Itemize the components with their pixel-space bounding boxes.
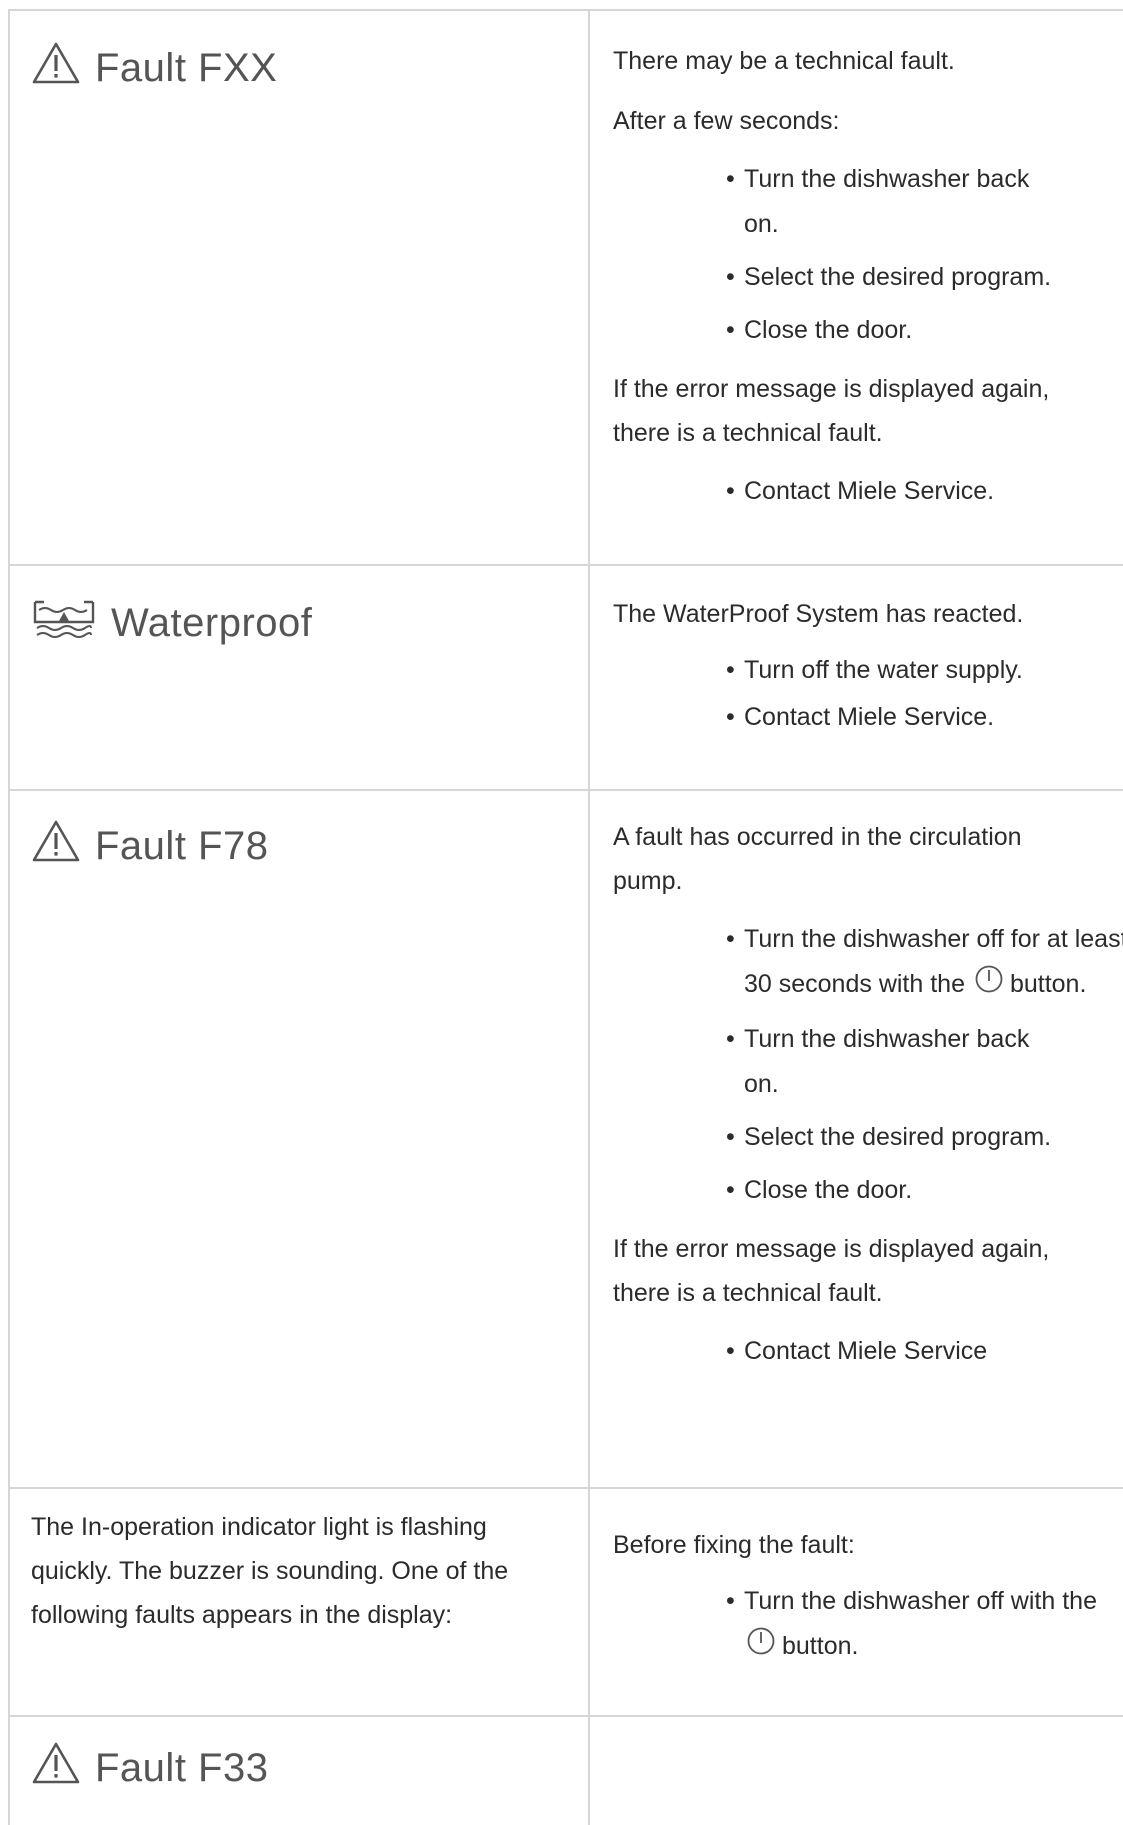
waterproof-icon [31,596,111,650]
description-text: If the error message is displayed again,… [613,375,1050,447]
fault-label-text: Fault F33 [95,1745,269,1790]
steps-list: Turn the dishwasher back on. Select the … [613,157,1123,353]
fault-label-text: Waterproof [111,600,313,645]
description-text: After a few seconds: [613,107,840,135]
list-item: Contact Miele Service [613,1329,1123,1374]
list-item: Close the door. [613,1168,1123,1213]
step-text: button. [782,1632,859,1660]
fault-description: Before fixing the fault: Turn the dishwa… [613,1523,1123,1671]
table-column-divider [588,9,590,1825]
list-item: Turn off the water supply. [613,648,1123,693]
power-button-icon [974,964,1004,1009]
fault-label: Fault F33 [31,1741,591,1795]
list-item: Select the desired program. [613,1115,1123,1160]
fault-label-text: Fault F78 [95,823,269,868]
row-divider [8,789,1123,791]
steps-list: Turn off the water supply. Contact Miele… [613,648,1123,740]
table-left-border [8,9,10,1825]
steps-list: Turn the dishwasher off with the button. [613,1579,1123,1671]
description-text: If the error message is displayed again,… [613,1235,1050,1307]
list-item: Turn the dishwasher off for at least 30 … [613,917,1123,1009]
warning-triangle-icon [31,1741,95,1795]
row-divider [8,1715,1123,1717]
list-item: Contact Miele Service. [613,469,1123,514]
warning-triangle-icon [31,41,95,95]
fault-table: Fault FXX There may be a technical fault… [8,9,1123,1825]
row-divider [8,1487,1123,1489]
steps-list: Contact Miele Service. [613,469,1123,514]
fault-label: Waterproof [31,596,591,650]
list-item: Turn the dishwasher back on. [613,1017,1044,1107]
step-text: Turn the dishwasher off with the [744,1587,1097,1615]
description-text: Before fixing the fault: [613,1531,855,1559]
table-top-border [8,9,1123,11]
fault-condition: The In-operation indicator light is flas… [31,1505,571,1637]
list-item: Select the desired program. [613,255,1123,300]
steps-list: Contact Miele Service [613,1329,1123,1374]
description-text: There may be a technical fault. [613,47,955,75]
list-item: Close the door. [613,308,1123,353]
description-text: The WaterProof System has reacted. [613,600,1024,628]
steps-list: Turn the dishwasher off for at least 30 … [613,917,1123,1213]
fault-label-text: Fault FXX [95,45,278,90]
list-item: Turn the dishwasher off with the button. [613,1579,1104,1671]
row-divider [8,564,1123,566]
list-item: Contact Miele Service. [613,695,1123,740]
list-item: Turn the dishwasher back on. [613,157,1044,247]
power-button-icon [746,1626,776,1671]
condition-text: The In-operation indicator light is flas… [31,1513,509,1629]
fault-description: The WaterProof System has reacted. Turn … [613,592,1123,740]
fault-label: Fault FXX [31,41,591,95]
fault-label: Fault F78 [31,819,591,873]
fault-description: There may be a technical fault. After a … [613,39,1123,514]
step-text: button. [1009,970,1087,998]
description-text: A fault has occurred in the circulation … [613,823,1022,895]
fault-description: A fault has occurred in the circulation … [613,815,1123,1374]
warning-triangle-icon [31,819,95,873]
